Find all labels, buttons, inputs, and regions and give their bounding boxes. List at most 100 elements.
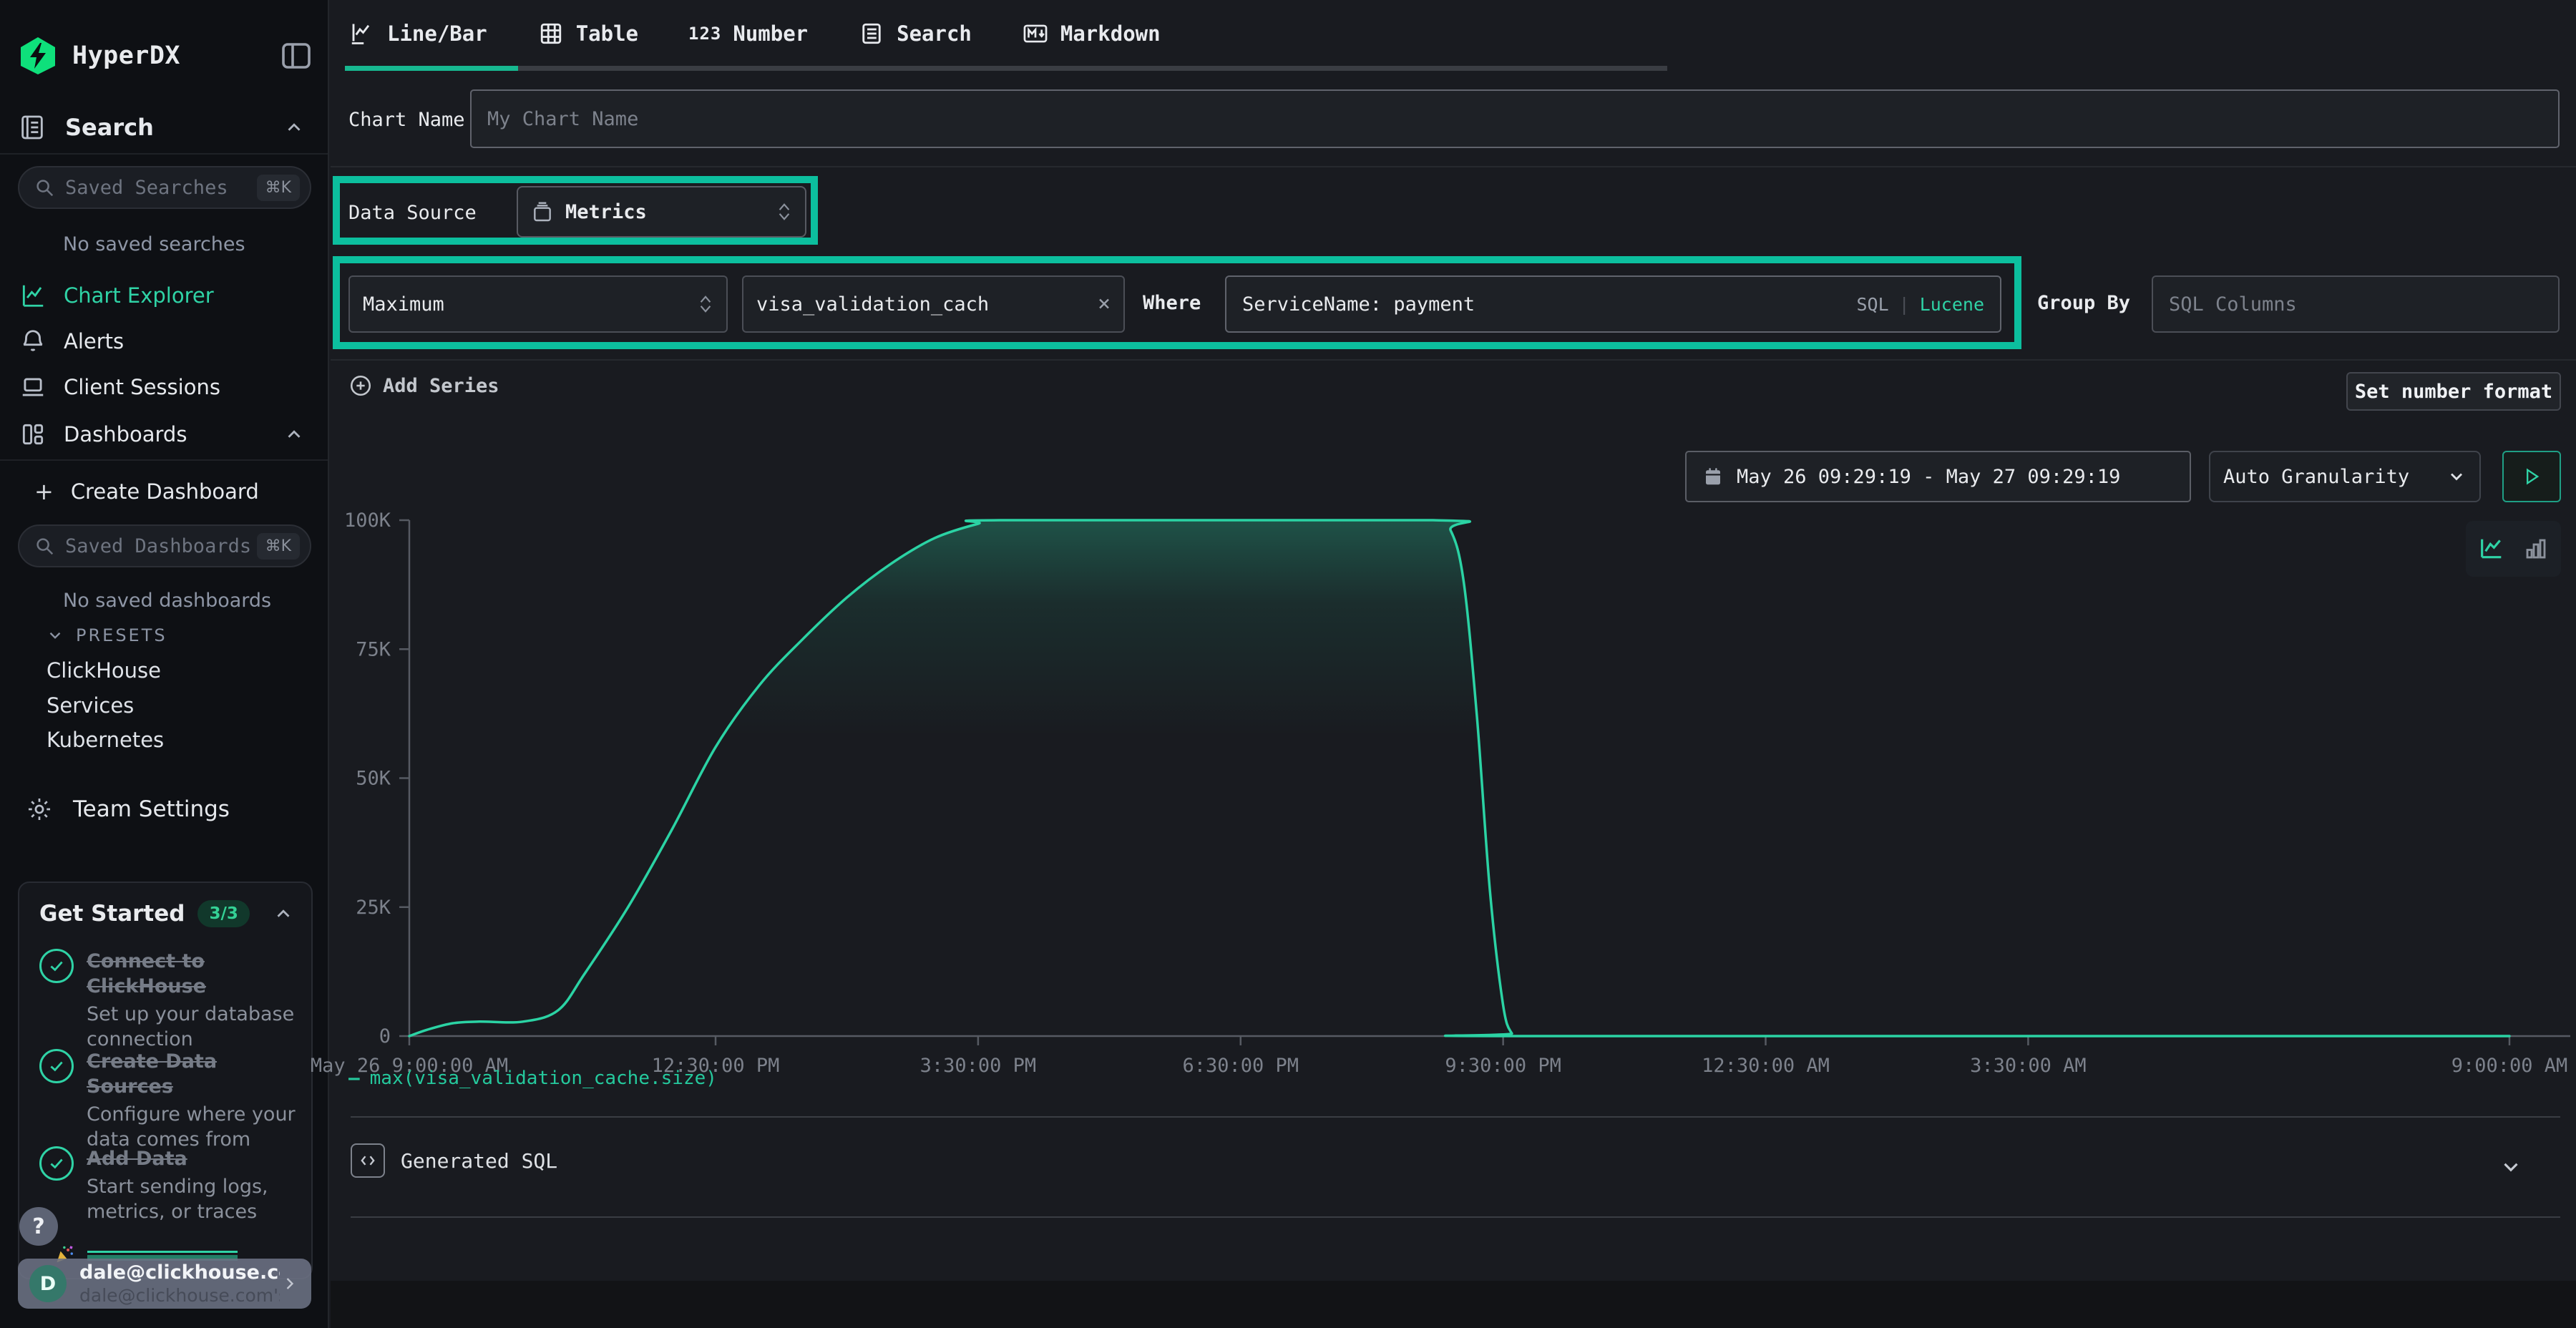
checklist-item-connect[interactable]: Connect to ClickHouse Set up your databa… [39,949,297,1052]
tab-markdown[interactable]: Markdown [1022,20,1161,47]
checklist-item-title: Create Data Sources [87,1049,297,1099]
chart-legend[interactable]: — max(visa_validation_cache.size) [348,1068,717,1089]
sidebar-divider [0,459,328,461]
tab-label: Search [897,21,972,46]
svg-text:3:30:00 PM: 3:30:00 PM [920,1055,1037,1077]
help-button[interactable]: ? [19,1207,58,1246]
saved-dashboards-placeholder: Saved Dashboards [65,535,257,557]
view-tabbar: Line/Bar Table 123 Number Search [331,0,2576,72]
line-chart-icon [348,20,376,47]
chart-name-input[interactable] [487,108,2542,130]
legend-label: max(visa_validation_cache.size) [370,1068,717,1089]
aggregation-select[interactable]: Maximum [348,275,728,333]
svg-text:25K: 25K [356,897,391,919]
chevron-down-icon[interactable] [2499,1155,2523,1179]
presets-header[interactable]: PRESETS [46,625,167,645]
set-number-format-button[interactable]: Set number format [2346,372,2561,411]
date-range-picker[interactable] [1685,451,2191,502]
tab-number[interactable]: 123 Number [688,21,808,46]
language-separator: | [1899,294,1910,315]
gear-icon [24,794,54,824]
chevron-up-icon[interactable] [283,424,305,445]
search-section-label: Search [65,114,154,141]
group-by-label: Group By [2037,292,2130,314]
svg-text:75K: 75K [356,638,391,660]
get-started-card: Get Started 3/3 Connect to ClickHouse Se… [18,882,313,1279]
table-icon [537,20,565,47]
group-by-input[interactable] [2169,293,2542,316]
chevron-up-icon[interactable] [273,903,294,924]
sidebar-section-search[interactable]: Search [18,107,313,147]
date-range-input[interactable] [1737,466,2174,488]
tab-search[interactable]: Search [858,20,972,47]
granularity-value: Auto Granularity [2223,466,2446,488]
tab-label: Markdown [1060,21,1161,46]
saved-searches-input[interactable]: Saved Searches ⌘K [18,166,311,209]
get-started-header[interactable]: Get Started 3/3 [39,900,294,927]
avatar: D [29,1265,67,1302]
svg-text:100K: 100K [344,509,391,532]
preset-clickhouse[interactable]: ClickHouse [47,658,161,683]
checklist-item-subtitle: Set up your database connection [87,1002,297,1052]
where-field[interactable]: SQL | Lucene [1225,275,2001,333]
group-by-field[interactable] [2152,275,2560,333]
lucene-mode-toggle[interactable]: Lucene [1920,294,1984,315]
sidebar-item-chart-explorer[interactable]: Chart Explorer [18,276,313,315]
team-settings-item[interactable]: Team Settings [24,790,313,829]
tab-table[interactable]: Table [537,20,638,47]
dashboards-icon [18,419,48,449]
search-icon [34,535,55,557]
chart-name-label: Chart Name [348,109,465,131]
checklist-item-title: Add Data [87,1146,297,1171]
chevron-down-icon [2446,467,2467,487]
sidebar-item-dashboards[interactable]: Dashboards [18,415,313,454]
markdown-icon [1022,20,1049,47]
generated-sql-row[interactable]: Generated SQL [331,1118,2560,1216]
add-series-button[interactable]: Add Series [348,374,499,398]
tab-underline-track [518,66,1667,71]
preset-services[interactable]: Services [47,693,134,718]
tab-label: Line/Bar [387,21,487,46]
tab-label: Table [576,21,638,46]
where-input[interactable] [1242,293,1856,316]
chart-explorer-icon [18,280,48,311]
metric-field-tag[interactable]: visa_validation_cach × [742,275,1125,333]
data-source-select[interactable]: Metrics [517,186,806,238]
granularity-select[interactable]: Auto Granularity [2209,451,2481,502]
chevron-up-icon[interactable] [283,117,305,138]
user-menu[interactable]: D dale@clickhouse.com dale@clickhouse.co… [18,1259,311,1309]
laptop-icon [18,372,48,402]
checklist-item-datasources[interactable]: Create Data Sources Configure where your… [39,1049,297,1152]
checklist-item-add-data[interactable]: Add Data Start sending logs, metrics, or… [39,1146,297,1224]
sidebar-item-label: Alerts [64,329,124,353]
preset-kubernetes[interactable]: Kubernetes [47,728,164,752]
saved-dashboards-shortcut: ⌘K [257,533,300,560]
run-query-button[interactable] [2502,451,2561,502]
create-dashboard-button[interactable]: + Create Dashboard [34,472,313,511]
chart-name-field[interactable] [470,89,2560,148]
database-icon [531,200,554,223]
tab-line-bar[interactable]: Line/Bar [348,20,487,47]
circled-plus-icon [348,374,373,398]
close-icon[interactable]: × [1098,293,1111,315]
logo-row[interactable]: HyperDX [18,34,313,77]
check-circle-icon [39,1049,74,1083]
sidebar-collapse-icon[interactable] [279,39,313,73]
sidebar-item-label: Client Sessions [64,375,220,399]
app-title: HyperDX [72,42,180,70]
saved-searches-placeholder: Saved Searches [65,177,257,199]
svg-text:3:30:00 AM: 3:30:00 AM [1970,1055,2087,1077]
saved-dashboards-input[interactable]: Saved Dashboards ⌘K [18,524,311,567]
sidebar-item-alerts[interactable]: Alerts [18,322,313,361]
checklist-item-title: Connect to ClickHouse [87,949,297,999]
sidebar-item-client-sessions[interactable]: Client Sessions [18,368,313,406]
timeseries-chart[interactable]: 025K50K75K100KMay 26 9:00:00 AM12:30:00 … [331,501,2576,1080]
chart-plot-area[interactable]: 025K50K75K100KMay 26 9:00:00 AM12:30:00 … [331,501,2576,1080]
bottom-band [331,1281,2576,1328]
sql-mode-toggle[interactable]: SQL [1856,294,1888,315]
select-chevrons-icon [698,295,713,313]
search-section-icon [18,113,47,142]
main-content: Line/Bar Table 123 Number Search [331,0,2576,1328]
sidebar: HyperDX Search Saved Searches ⌘K No save… [0,0,329,1328]
bell-icon [18,326,48,356]
